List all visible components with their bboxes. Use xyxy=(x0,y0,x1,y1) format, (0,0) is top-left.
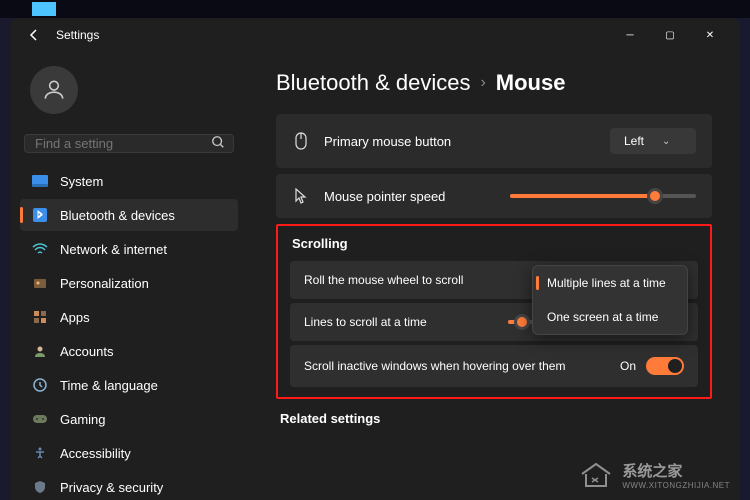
bluetooth-icon xyxy=(32,207,48,223)
breadcrumb-current: Mouse xyxy=(496,70,566,96)
wifi-icon xyxy=(32,241,48,257)
scroll-inactive-panel: Scroll inactive windows when hovering ov… xyxy=(290,345,698,387)
apps-icon xyxy=(32,309,48,325)
inactive-label: Scroll inactive windows when hovering ov… xyxy=(304,359,620,373)
watermark-logo-icon xyxy=(578,460,614,490)
sidebar-item-gaming[interactable]: Gaming xyxy=(20,403,238,435)
main-content: Bluetooth & devices › Mouse Primary mous… xyxy=(248,52,740,500)
related-settings-title: Related settings xyxy=(276,411,712,426)
sidebar-item-label: Apps xyxy=(60,310,90,325)
watermark: 系统之家 WWW.XITONGZHIJIA.NET xyxy=(578,460,730,490)
watermark-brand: 系统之家 xyxy=(622,460,730,481)
primary-button-label: Primary mouse button xyxy=(324,134,596,149)
maximize-button[interactable]: ▢ xyxy=(650,20,690,50)
dropdown-option-multiple[interactable]: Multiple lines at a time xyxy=(533,266,687,300)
chevron-right-icon: › xyxy=(480,74,485,92)
breadcrumb-parent[interactable]: Bluetooth & devices xyxy=(276,70,470,96)
primary-button-select[interactable]: Left ⌄ xyxy=(610,128,696,154)
accessibility-icon xyxy=(32,445,48,461)
minimize-button[interactable]: ─ xyxy=(610,20,650,50)
sidebar-item-label: Accessibility xyxy=(60,446,131,461)
close-button[interactable]: ✕ xyxy=(690,20,730,50)
desktop-taskbar xyxy=(0,0,750,18)
cursor-icon xyxy=(292,188,310,204)
paint-icon xyxy=(32,275,48,291)
mouse-icon xyxy=(292,132,310,150)
sidebar-item-time[interactable]: Time & language xyxy=(20,369,238,401)
sidebar-item-label: Time & language xyxy=(60,378,158,393)
sidebar-item-privacy[interactable]: Privacy & security xyxy=(20,471,238,500)
roll-wheel-panel: Roll the mouse wheel to scroll Multiple … xyxy=(290,261,698,299)
sidebar: System Bluetooth & devices Network & int… xyxy=(10,52,248,500)
titlebar: Settings ─ ▢ ✕ xyxy=(10,18,740,52)
watermark-url: WWW.XITONGZHIJIA.NET xyxy=(622,481,730,490)
pointer-speed-slider[interactable] xyxy=(510,194,696,198)
sidebar-item-network[interactable]: Network & internet xyxy=(20,233,238,265)
sidebar-item-label: Gaming xyxy=(60,412,106,427)
search-input-container[interactable] xyxy=(24,134,234,153)
sidebar-item-label: Personalization xyxy=(60,276,149,291)
settings-window: Settings ─ ▢ ✕ System xyxy=(10,18,740,500)
desktop-shortcut-icon xyxy=(32,2,56,16)
chevron-down-icon: ⌄ xyxy=(662,136,670,147)
scrolling-title: Scrolling xyxy=(290,236,698,251)
sidebar-item-label: Bluetooth & devices xyxy=(60,208,175,223)
pointer-speed-label: Mouse pointer speed xyxy=(324,189,496,204)
shield-icon xyxy=(32,479,48,495)
sidebar-item-personalization[interactable]: Personalization xyxy=(20,267,238,299)
user-avatar[interactable] xyxy=(30,66,78,114)
sidebar-item-system[interactable]: System xyxy=(20,165,238,197)
sidebar-item-label: Privacy & security xyxy=(60,480,163,495)
scrolling-section: Scrolling Roll the mouse wheel to scroll… xyxy=(276,224,712,399)
back-button[interactable] xyxy=(20,21,48,49)
scroll-inactive-toggle[interactable] xyxy=(646,357,684,375)
sidebar-item-label: System xyxy=(60,174,103,189)
pointer-speed-panel: Mouse pointer speed xyxy=(276,174,712,218)
search-icon xyxy=(211,135,225,152)
sidebar-item-bluetooth[interactable]: Bluetooth & devices xyxy=(20,199,238,231)
gaming-icon xyxy=(32,411,48,427)
accounts-icon xyxy=(32,343,48,359)
primary-mouse-button-panel: Primary mouse button Left ⌄ xyxy=(276,114,712,168)
roll-wheel-dropdown: Multiple lines at a time One screen at a… xyxy=(532,265,688,335)
search-input[interactable] xyxy=(35,136,211,151)
sidebar-item-accounts[interactable]: Accounts xyxy=(20,335,238,367)
sidebar-item-label: Network & internet xyxy=(60,242,167,257)
sidebar-item-accessibility[interactable]: Accessibility xyxy=(20,437,238,469)
toggle-state-label: On xyxy=(620,359,636,373)
clock-icon xyxy=(32,377,48,393)
lines-label: Lines to scroll at a time xyxy=(304,315,508,329)
select-value: Left xyxy=(624,134,644,148)
breadcrumb: Bluetooth & devices › Mouse xyxy=(276,70,712,96)
sidebar-item-label: Accounts xyxy=(60,344,113,359)
window-title: Settings xyxy=(56,28,99,42)
sidebar-item-apps[interactable]: Apps xyxy=(20,301,238,333)
system-icon xyxy=(32,173,48,189)
dropdown-option-onescreen[interactable]: One screen at a time xyxy=(533,300,687,334)
